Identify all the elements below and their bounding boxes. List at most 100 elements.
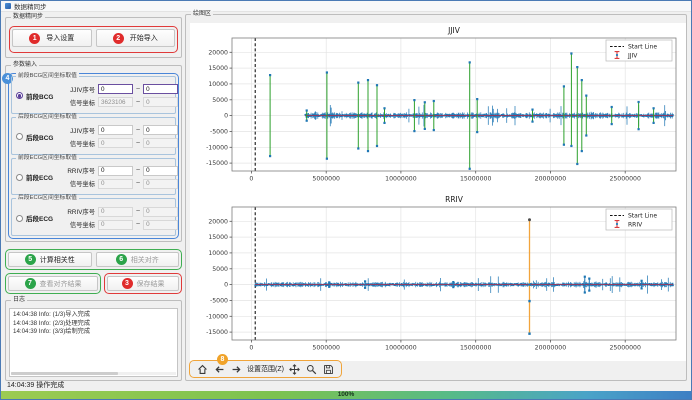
set-range-button[interactable]: 设置范围(Z) [247, 364, 284, 374]
jjiv-chart[interactable]: -15000-10000-500005000100001500020000050… [190, 23, 686, 192]
front-ecg-section: 前段ECG区间坐标取值 前段ECG RRIV序号 ~ [11, 158, 176, 196]
rriv-index-label: RRIV序号 [63, 207, 95, 216]
import-settings-button[interactable]: 1 导入设置 [12, 29, 92, 47]
step-6-badge: 6 [116, 254, 127, 265]
log-group-title: 日志 [11, 297, 27, 304]
log-entry: 14:04:39 Info: (3/3)绘制完成 [10, 328, 177, 337]
save-figure-icon[interactable] [323, 363, 335, 375]
tilde-separator: ~ [136, 180, 140, 187]
import-annotation-box: 1 导入设置 2 开始导入 [9, 26, 178, 53]
control-panel: 数据精同步 1 导入设置 2 开始导入 参数输入 4 前段BCG区间坐标取值 [5, 14, 182, 381]
signal-coord-label: 信号坐标 [63, 98, 95, 107]
svg-text:5000000: 5000000 [312, 176, 340, 183]
log-horizontal-scrollbar[interactable] [11, 372, 176, 375]
svg-text:20000: 20000 [208, 218, 228, 225]
front-bcg-jjiv-start-input[interactable] [98, 84, 133, 94]
rear-ecg-radio[interactable]: 后段ECG [16, 213, 60, 223]
svg-text:5000000: 5000000 [312, 345, 340, 352]
svg-text:-10000: -10000 [206, 144, 228, 151]
svg-text:-15000: -15000 [206, 160, 228, 167]
forward-arrow-icon[interactable] [230, 363, 242, 375]
svg-text:25000000: 25000000 [609, 176, 641, 183]
log-entry: 14:04:38 Info: (1/3)导入完成 [10, 311, 177, 320]
radio-dot-icon[interactable] [16, 133, 23, 140]
svg-text:0: 0 [224, 113, 228, 120]
svg-text:10000000: 10000000 [385, 345, 417, 352]
front-ecg-rriv-start-input[interactable] [98, 166, 133, 176]
rriv-chart[interactable]: -15000-10000-500005000100001500020000050… [190, 192, 686, 361]
params-groupbox: 参数输入 4 前段BCG区间坐标取值 前段BCG JJIV序号 [5, 65, 182, 242]
status-text: 14:04:39 操作完成 [7, 380, 64, 390]
svg-text:-15000: -15000 [206, 329, 228, 336]
front-ecg-signal-start-input[interactable] [98, 179, 133, 189]
sync-groupbox: 数据精同步 1 导入设置 2 开始导入 [5, 17, 182, 58]
step-1-badge: 1 [29, 33, 40, 44]
zoom-icon[interactable] [306, 363, 318, 375]
front-ecg-radio[interactable]: 前段ECG [16, 172, 60, 182]
rear-ecg-section-title: 后段ECG区间坐标取值 [16, 195, 79, 202]
svg-text:-10000: -10000 [206, 313, 228, 320]
svg-text:20000000: 20000000 [535, 345, 567, 352]
front-bcg-signal-start-input[interactable] [98, 97, 133, 107]
tilde-separator: ~ [136, 208, 140, 215]
rear-ecg-rriv-end-input[interactable] [143, 207, 178, 217]
rear-bcg-jjiv-start-input[interactable] [98, 125, 133, 135]
calc-correlation-button[interactable]: 5 计算相关性 [8, 252, 92, 267]
plot-area-groupbox: 绘图区 -15000-10000-50000500010000150002000… [185, 14, 687, 381]
step-8-badge: 8 [217, 354, 228, 365]
front-ecg-rriv-end-input[interactable] [143, 166, 178, 176]
radio-dot-icon[interactable] [16, 174, 23, 181]
svg-text:10000: 10000 [208, 250, 228, 257]
sync-group-title: 数据精同步 [11, 14, 45, 21]
title-bar: 数据精同步 [1, 1, 691, 12]
svg-text:Start Line: Start Line [628, 44, 657, 51]
params-annotation-box: 4 前段BCG区间坐标取值 前段BCG JJIV序号 ~ [8, 73, 179, 239]
figure-canvas[interactable]: -15000 -10000 -5000 0 5000 10000 15000 20000 0 50… [190, 23, 682, 356]
svg-text:-5000: -5000 [210, 297, 228, 304]
svg-text:0: 0 [224, 282, 228, 289]
params-group-title: 参数输入 [11, 62, 39, 69]
svg-text:5000: 5000 [212, 266, 228, 273]
rear-bcg-jjiv-end-input[interactable] [143, 125, 178, 135]
svg-text:5000: 5000 [212, 97, 228, 104]
front-ecg-signal-end-input[interactable] [143, 179, 178, 189]
rear-ecg-signal-start-input[interactable] [98, 220, 133, 230]
front-bcg-section-title: 前段BCG区间坐标取值 [16, 73, 79, 80]
svg-text:20000000: 20000000 [535, 176, 567, 183]
log-textarea[interactable]: 14:04:38 Info: (1/3)导入完成 14:04:38 Info: … [9, 308, 178, 377]
save-annotation-box: 3 保存结果 [104, 273, 182, 294]
tilde-separator: ~ [136, 127, 140, 134]
start-import-button[interactable]: 2 开始导入 [96, 29, 176, 47]
rear-bcg-signal-end-input[interactable] [143, 138, 178, 148]
radio-dot-icon[interactable] [16, 92, 23, 99]
pan-icon[interactable] [289, 363, 301, 375]
rear-ecg-signal-end-input[interactable] [143, 220, 178, 230]
svg-text:RRIV: RRIV [628, 221, 643, 228]
front-bcg-signal-end-input[interactable] [143, 97, 178, 107]
view-align-result-button[interactable]: 7 查看对齐结果 [8, 276, 98, 291]
svg-text:0: 0 [249, 345, 253, 352]
svg-text:15000: 15000 [208, 65, 228, 72]
tilde-separator: ~ [136, 140, 140, 147]
home-icon[interactable] [196, 363, 208, 375]
rear-bcg-signal-start-input[interactable] [98, 138, 133, 148]
rear-bcg-radio[interactable]: 后段BCG [16, 132, 60, 142]
tilde-separator: ~ [136, 86, 140, 93]
front-ecg-section-title: 前段ECG区间坐标取值 [16, 155, 79, 162]
svg-text:15000000: 15000000 [460, 176, 492, 183]
step-7-badge: 7 [25, 278, 36, 289]
tilde-separator: ~ [136, 99, 140, 106]
radio-dot-icon[interactable] [16, 215, 23, 222]
save-result-button[interactable]: 3 保存结果 [107, 276, 179, 291]
nav-toolbar: 8 设置范围(Z) [189, 360, 342, 378]
svg-text:-5000: -5000 [210, 128, 228, 135]
import-settings-label: 导入设置 [46, 33, 74, 43]
correlation-align-button[interactable]: 6 相关对齐 [96, 252, 180, 267]
front-bcg-radio[interactable]: 前段BCG [16, 91, 60, 101]
front-bcg-jjiv-end-input[interactable] [143, 84, 178, 94]
jjiv-index-label: JJIV序号 [63, 85, 95, 94]
step-5-badge: 5 [25, 254, 36, 265]
rear-ecg-rriv-start-input[interactable] [98, 207, 133, 217]
view-align-result-label: 查看对齐结果 [40, 279, 82, 289]
svg-text:RRIV: RRIV [445, 195, 464, 204]
